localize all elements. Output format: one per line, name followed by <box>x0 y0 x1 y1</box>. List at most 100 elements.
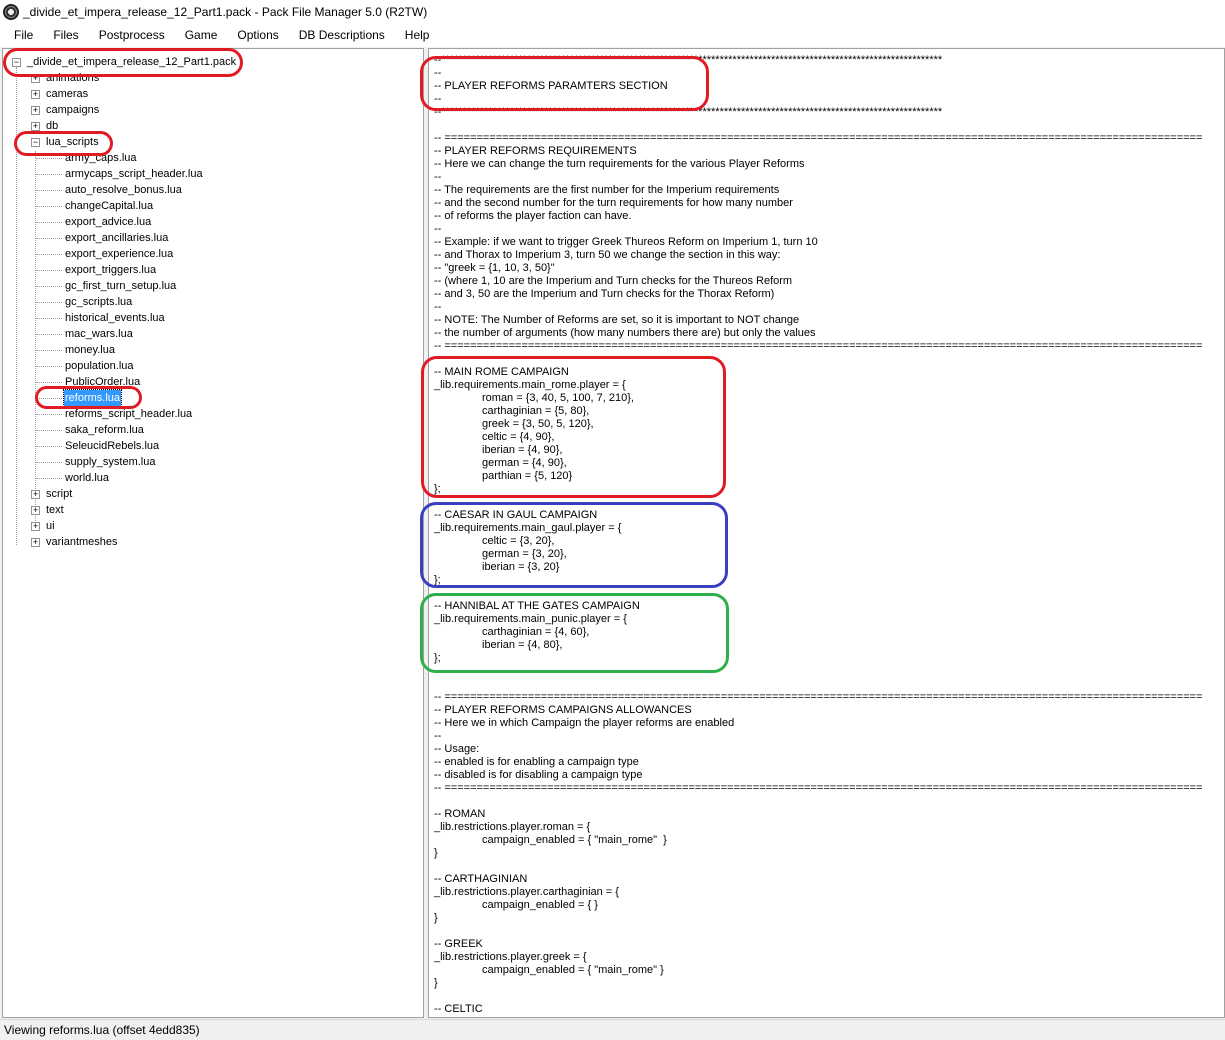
tree-file-label: money.lua <box>65 344 115 356</box>
menu-options[interactable]: Options <box>229 25 286 45</box>
expand-icon[interactable]: + <box>31 506 40 515</box>
tree-file-item[interactable]: export_advice.lua <box>64 214 152 230</box>
tree-file-label: gc_scripts.lua <box>65 296 133 308</box>
code-line: -- and Thorax to Imperium 3, turn 50 we … <box>434 249 781 261</box>
menu-postprocess[interactable]: Postprocess <box>91 25 173 45</box>
menu-db-descriptions[interactable]: DB Descriptions <box>291 25 393 45</box>
code-line: -- CARTHAGINIAN <box>434 873 528 885</box>
tree-folder-script[interactable]: script <box>45 486 73 502</box>
tree-file-label: armycaps_script_header.lua <box>65 168 203 180</box>
code-line: -- "greek = {1, 10, 3, 50}" <box>434 262 555 274</box>
tree-file-item[interactable]: mac_wars.lua <box>64 326 134 342</box>
tree-file-item[interactable]: historical_events.lua <box>64 310 166 326</box>
tree-folder-ui[interactable]: ui <box>45 518 56 534</box>
code-line: -- =====================================… <box>434 782 1203 794</box>
code-line: -- GREEK <box>434 938 483 950</box>
tree-folder-animations[interactable]: animations <box>45 70 100 86</box>
collapse-icon[interactable]: − <box>12 58 21 67</box>
code-line: -- =====================================… <box>434 340 1203 352</box>
tree-file-item[interactable]: export_ancillaries.lua <box>64 230 169 246</box>
code-line: -- CAESAR IN GAUL CAMPAIGN <box>434 509 598 521</box>
code-line: --**************************************… <box>434 54 943 66</box>
tree-folder-text[interactable]: text <box>45 502 65 518</box>
tree-guide-line <box>36 222 62 223</box>
expand-icon[interactable]: + <box>31 538 40 547</box>
title-bar: _divide_et_impera_release_12_Part1.pack … <box>0 0 1225 23</box>
tree-file-item[interactable]: auto_resolve_bonus.lua <box>64 182 183 198</box>
tree-folder-variantmeshes[interactable]: variantmeshes <box>45 534 119 550</box>
status-bar: Viewing reforms.lua (offset 4edd835) <box>0 1019 1225 1040</box>
tree-file-item[interactable]: army_caps.lua <box>64 150 138 166</box>
tree-file-item[interactable]: reforms_script_header.lua <box>64 406 193 422</box>
tree-file-item[interactable]: supply_system.lua <box>64 454 157 470</box>
tree-file-item[interactable]: money.lua <box>64 342 116 358</box>
code-line: carthaginian = {5, 80}, <box>482 405 590 417</box>
code-line: _lib.requirements.main_gaul.player = { <box>434 522 622 534</box>
tree-file-item[interactable]: saka_reform.lua <box>64 422 145 438</box>
menu-file[interactable]: File <box>6 25 41 45</box>
code-line: -- and the second number for the turn re… <box>434 197 793 209</box>
code-line: -- MAIN ROME CAMPAIGN <box>434 366 569 378</box>
expand-icon[interactable]: + <box>31 490 40 499</box>
code-line: campaign_enabled = { } <box>482 899 598 911</box>
expand-icon[interactable]: + <box>31 122 40 131</box>
code-line: }; <box>434 483 441 495</box>
tree-file-item[interactable]: changeCapital.lua <box>64 198 154 214</box>
window-title: _divide_et_impera_release_12_Part1.pack … <box>23 4 428 19</box>
tree-guide-line <box>36 478 62 479</box>
menu-bar: File Files Postprocess Game Options DB D… <box>0 23 1225 47</box>
pack-file-tree[interactable]: − _divide_et_impera_release_12_Part1.pac… <box>2 48 424 1018</box>
code-line: campaign_enabled = { "main_rome" } <box>482 964 664 976</box>
tree-file-label: export_triggers.lua <box>65 264 157 276</box>
tree-root-pack[interactable]: _divide_et_impera_release_12_Part1.pack <box>26 54 237 70</box>
tree-guide-line <box>36 462 62 463</box>
tree-file-item[interactable]: export_experience.lua <box>64 246 174 262</box>
code-line: -- PLAYER REFORMS CAMPAIGNS ALLOWANCES <box>434 704 692 716</box>
tree-file-item[interactable]: gc_scripts.lua <box>64 294 133 310</box>
tree-folder-campaigns[interactable]: campaigns <box>45 102 100 118</box>
code-line: -- Here we can change the turn requireme… <box>434 158 805 170</box>
tree-file-label: gc_first_turn_setup.lua <box>65 280 177 292</box>
menu-help[interactable]: Help <box>397 25 438 45</box>
menu-files[interactable]: Files <box>45 25 86 45</box>
tree-file-item[interactable]: gc_first_turn_setup.lua <box>64 278 177 294</box>
code-line: iberian = {4, 80}, <box>482 639 563 651</box>
expand-icon[interactable]: + <box>31 106 40 115</box>
code-line: celtic = {3, 20}, <box>482 535 555 547</box>
tree-file-label: reforms.lua <box>62 389 123 407</box>
tree-file-label: reforms_script_header.lua <box>65 408 193 420</box>
tree-file-item[interactable]: export_triggers.lua <box>64 262 157 278</box>
tree-guide-line <box>36 238 62 239</box>
code-line: -- of reforms the player faction can hav… <box>434 210 632 222</box>
code-line: -- PLAYER REFORMS REQUIREMENTS <box>434 145 637 157</box>
code-line: parthian = {5, 120} <box>482 470 573 482</box>
tree-guide-line <box>36 254 62 255</box>
tree-folder-cameras[interactable]: cameras <box>45 86 89 102</box>
expand-icon[interactable]: + <box>31 522 40 531</box>
code-line: -- =====================================… <box>434 691 1203 703</box>
collapse-icon[interactable]: − <box>31 138 40 147</box>
tree-file-label: historical_events.lua <box>65 312 165 324</box>
tree-guide-line <box>36 302 62 303</box>
tree-file-item[interactable]: population.lua <box>64 358 135 374</box>
tree-guide-line <box>36 174 62 175</box>
menu-game[interactable]: Game <box>177 25 226 45</box>
expand-icon[interactable]: + <box>31 74 40 83</box>
code-line: } <box>434 977 438 989</box>
tree-guide-line <box>36 158 62 159</box>
expand-icon[interactable]: + <box>31 90 40 99</box>
tree-guide-line <box>36 270 62 271</box>
code-line: german = {3, 20}, <box>482 548 567 560</box>
tree-file-item[interactable]: world.lua <box>64 470 110 486</box>
tree-file-item[interactable]: SeleucidRebels.lua <box>64 438 160 454</box>
tree-file-item[interactable]: reforms.lua <box>62 389 123 407</box>
tree-file-label: changeCapital.lua <box>65 200 154 212</box>
code-line: -- the number of arguments (how many num… <box>434 327 816 339</box>
tree-folder-lua-scripts[interactable]: lua_scripts <box>45 134 100 150</box>
code-line: -- HANNIBAL AT THE GATES CAMPAIGN <box>434 600 640 612</box>
tree-file-label: SeleucidRebels.lua <box>65 440 160 452</box>
tree-file-item[interactable]: PublicOrder.lua <box>64 374 141 390</box>
tree-folder-db[interactable]: db <box>45 118 59 134</box>
code-viewer[interactable]: --**************************************… <box>428 48 1225 1018</box>
tree-file-item[interactable]: armycaps_script_header.lua <box>64 166 204 182</box>
